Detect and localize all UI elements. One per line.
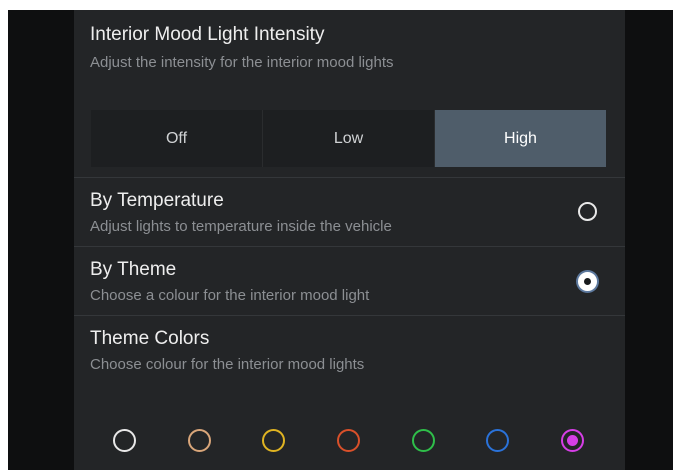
by-temperature-subtitle: Adjust lights to temperature inside the … <box>90 218 392 235</box>
theme-color-swatch[interactable] <box>337 429 360 452</box>
intensity-title: Interior Mood Light Intensity <box>90 24 325 45</box>
by-theme-radio[interactable] <box>578 272 597 291</box>
intensity-option-high[interactable]: High <box>434 110 606 167</box>
by-theme-subtitle: Choose a colour for the interior mood li… <box>90 287 370 304</box>
by-temperature-row[interactable]: By Temperature Adjust lights to temperat… <box>74 178 625 246</box>
intensity-option-off[interactable]: Off <box>91 110 262 167</box>
left-bezel <box>8 10 74 470</box>
theme-color-swatch[interactable] <box>412 429 435 452</box>
theme-color-swatch[interactable] <box>561 429 584 452</box>
theme-color-swatch[interactable] <box>486 429 509 452</box>
theme-colors-subtitle: Choose colour for the interior mood ligh… <box>90 356 365 373</box>
intensity-segmented-control: Off Low High <box>91 110 606 167</box>
screen: Interior Mood Light Intensity Adjust the… <box>8 10 673 470</box>
by-theme-title: By Theme <box>90 259 177 280</box>
intensity-option-low[interactable]: Low <box>262 110 434 167</box>
theme-color-swatch[interactable] <box>262 429 285 452</box>
intensity-subtitle: Adjust the intensity for the interior mo… <box>90 54 394 71</box>
theme-color-swatch[interactable] <box>113 429 136 452</box>
by-temperature-radio[interactable] <box>578 202 597 221</box>
theme-colors-title: Theme Colors <box>90 328 210 349</box>
right-bezel <box>625 10 673 470</box>
by-temperature-title: By Temperature <box>90 190 224 211</box>
theme-color-swatch[interactable] <box>188 429 211 452</box>
theme-color-swatches <box>74 429 625 457</box>
divider <box>74 315 625 316</box>
mood-light-settings-panel: Interior Mood Light Intensity Adjust the… <box>74 10 625 470</box>
by-theme-row[interactable]: By Theme Choose a colour for the interio… <box>74 247 625 315</box>
